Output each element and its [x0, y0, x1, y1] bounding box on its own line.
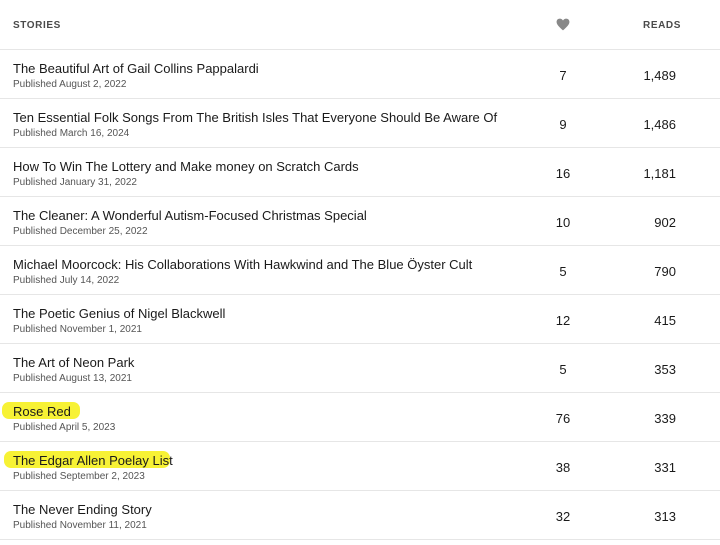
reads-column-header[interactable]: READS: [643, 20, 681, 31]
story-reads: 1,181: [643, 166, 676, 181]
story-likes: 38: [555, 460, 571, 475]
stories-table: STORIES READS The Beautiful Art of Gail …: [0, 0, 720, 540]
story-reads: 353: [654, 362, 676, 377]
story-likes: 16: [555, 166, 571, 181]
story-title-link[interactable]: Rose Red: [13, 404, 71, 419]
story-likes: 5: [559, 264, 567, 279]
story-likes: 12: [555, 313, 571, 328]
table-row[interactable]: Rose Red Published April 5, 2023 76 339: [0, 393, 720, 442]
story-likes: 76: [555, 411, 571, 426]
table-row[interactable]: The Never Ending Story Published Novembe…: [0, 491, 720, 540]
table-row[interactable]: The Art of Neon Park Published August 13…: [0, 344, 720, 393]
story-reads: 331: [654, 460, 676, 475]
story-title-link[interactable]: The Never Ending Story: [13, 502, 152, 517]
stories-column-header[interactable]: STORIES: [13, 20, 61, 31]
story-likes: 9: [559, 117, 567, 132]
story-reads: 902: [654, 215, 676, 230]
story-date: Published November 1, 2021: [13, 324, 142, 335]
story-reads: 415: [654, 313, 676, 328]
story-date: Published March 16, 2024: [13, 128, 130, 139]
story-reads: 1,486: [643, 117, 676, 132]
story-likes: 5: [559, 362, 567, 377]
table-row[interactable]: The Beautiful Art of Gail Collins Pappal…: [0, 50, 720, 99]
table-row[interactable]: The Cleaner: A Wonderful Autism-Focused …: [0, 197, 720, 246]
story-date: Published January 31, 2022: [13, 177, 137, 188]
story-date: Published September 2, 2023: [13, 471, 145, 482]
heart-icon[interactable]: [556, 18, 570, 32]
table-row[interactable]: How To Win The Lottery and Make money on…: [0, 148, 720, 197]
story-date: Published August 13, 2021: [13, 373, 132, 384]
story-likes: 10: [555, 215, 571, 230]
story-likes: 7: [559, 68, 567, 83]
table-row[interactable]: The Edgar Allen Poelay List Published Se…: [0, 442, 720, 491]
story-title-link[interactable]: The Cleaner: A Wonderful Autism-Focused …: [13, 208, 367, 223]
table-row[interactable]: The Poetic Genius of Nigel Blackwell Pub…: [0, 295, 720, 344]
story-likes: 32: [555, 509, 571, 524]
story-date: Published August 2, 2022: [13, 79, 127, 90]
story-title-link[interactable]: The Edgar Allen Poelay List: [13, 453, 173, 468]
story-reads: 1,489: [643, 68, 676, 83]
story-date: Published April 5, 2023: [13, 422, 116, 433]
table-row[interactable]: Ten Essential Folk Songs From The Britis…: [0, 99, 720, 148]
story-date: Published December 25, 2022: [13, 226, 148, 237]
story-date: Published November 11, 2021: [13, 520, 147, 531]
story-title-link[interactable]: The Beautiful Art of Gail Collins Pappal…: [13, 61, 259, 76]
story-reads: 790: [654, 264, 676, 279]
story-date: Published July 14, 2022: [13, 275, 120, 286]
table-header: STORIES READS: [0, 0, 720, 50]
story-reads: 339: [654, 411, 676, 426]
story-title-link[interactable]: The Poetic Genius of Nigel Blackwell: [13, 306, 225, 321]
story-title-link[interactable]: How To Win The Lottery and Make money on…: [13, 159, 359, 174]
story-title-link[interactable]: The Art of Neon Park: [13, 355, 134, 370]
story-title-link[interactable]: Michael Moorcock: His Collaborations Wit…: [13, 257, 472, 272]
table-row[interactable]: Michael Moorcock: His Collaborations Wit…: [0, 246, 720, 295]
story-title-link[interactable]: Ten Essential Folk Songs From The Britis…: [13, 110, 497, 125]
story-reads: 313: [654, 509, 676, 524]
